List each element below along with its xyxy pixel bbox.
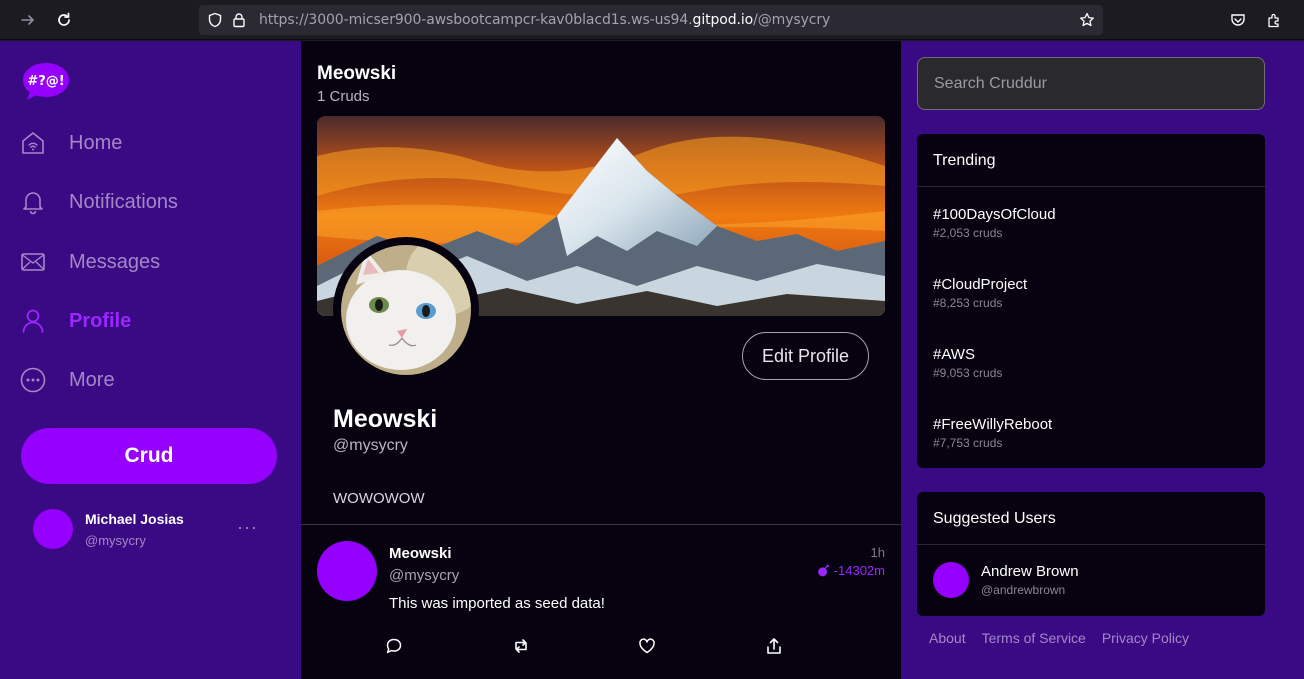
home-icon xyxy=(20,130,46,156)
bookmark-star-icon[interactable] xyxy=(1079,12,1095,28)
post-actions xyxy=(385,637,785,661)
reply-icon[interactable] xyxy=(385,637,405,657)
trending-item[interactable]: #AWS #9,053 cruds xyxy=(933,346,1002,380)
trending-card: Trending #100DaysOfCloud #2,053 cruds #C… xyxy=(917,134,1265,468)
sidebar-item-label: Profile xyxy=(69,309,132,332)
bomb-icon xyxy=(817,564,829,577)
sidebar-item-more[interactable]: More xyxy=(20,360,115,400)
share-icon[interactable] xyxy=(765,637,785,657)
current-user[interactable]: Michael Josias @mysycry ··· xyxy=(33,509,277,553)
trending-tag: #AWS xyxy=(933,346,975,363)
profile-handle: @mysycry xyxy=(333,437,408,454)
edit-profile-button[interactable]: Edit Profile xyxy=(742,332,869,380)
like-heart-icon[interactable] xyxy=(638,637,658,657)
suggested-user[interactable]: Andrew Brown @andrewbrown xyxy=(933,562,1253,602)
browser-toolbar: https://3000-micser900-awsbootcampcr-kav… xyxy=(0,0,1304,40)
sidebar-item-label: More xyxy=(69,368,115,391)
envelope-icon xyxy=(20,249,46,275)
page-title: Meowski xyxy=(317,63,397,84)
sidebar: #?@! Home Notifications Messages Profile… xyxy=(0,41,301,679)
person-icon xyxy=(20,308,46,334)
expires-text: -14302m xyxy=(833,563,885,578)
footer-link-terms[interactable]: Terms of Service xyxy=(982,630,1086,646)
svg-text:#?@!: #?@! xyxy=(27,74,64,89)
activity-item[interactable]: Meowski @mysycry This was imported as se… xyxy=(301,525,901,679)
cruddur-logo[interactable]: #?@! xyxy=(22,61,70,101)
sidebar-item-label: Home xyxy=(69,131,123,154)
search-input[interactable] xyxy=(917,57,1265,110)
profile-bio: WOWOWOW xyxy=(333,490,425,507)
footer-link-privacy[interactable]: Privacy Policy xyxy=(1102,630,1189,646)
trending-count: #8,253 cruds xyxy=(933,296,1003,310)
trending-tag: #100DaysOfCloud xyxy=(933,206,1056,223)
sidebar-item-profile[interactable]: Profile xyxy=(20,301,131,341)
sidebar-item-label: Messages xyxy=(69,250,161,273)
avatar xyxy=(33,509,73,549)
repost-icon[interactable] xyxy=(512,637,532,657)
trending-count: #2,053 cruds xyxy=(933,226,1003,240)
lock-icon[interactable] xyxy=(231,12,247,28)
extensions-icon[interactable] xyxy=(1262,8,1286,32)
sidebar-item-messages[interactable]: Messages xyxy=(20,242,160,282)
profile-name: Meowski xyxy=(333,405,438,433)
right-sidebar: Trending #100DaysOfCloud #2,053 cruds #C… xyxy=(901,41,1304,679)
post-author-name[interactable]: Meowski xyxy=(389,545,452,562)
sidebar-item-label: Notifications xyxy=(69,190,178,213)
current-user-handle: @mysycry xyxy=(85,533,146,548)
trending-item[interactable]: #FreeWillyReboot #7,753 cruds xyxy=(933,416,1052,450)
url-text: https://3000-micser900-awsbootcampcr-kav… xyxy=(259,12,831,28)
sidebar-item-home[interactable]: Home xyxy=(20,123,122,163)
bell-icon xyxy=(20,189,46,215)
trending-title: Trending xyxy=(917,134,1265,187)
cruddur-app: #?@! Home Notifications Messages Profile… xyxy=(0,41,1304,679)
more-dots-icon[interactable]: ··· xyxy=(237,517,258,538)
post-text: This was imported as seed data! xyxy=(389,595,605,612)
post-expires: -14302m xyxy=(817,563,885,578)
forward-icon[interactable] xyxy=(16,8,40,32)
shield-icon[interactable] xyxy=(207,12,223,28)
trending-tag: #CloudProject xyxy=(933,276,1028,293)
suggested-user-handle: @andrewbrown xyxy=(981,583,1066,597)
main-feed: Meowski 1 Cruds Edit Profile Meowski @my… xyxy=(301,41,901,679)
cruds-count: 1 Cruds xyxy=(317,88,370,105)
reload-icon[interactable] xyxy=(52,8,76,32)
trending-tag: #FreeWillyReboot xyxy=(933,416,1053,433)
trending-item[interactable]: #100DaysOfCloud #2,053 cruds xyxy=(933,206,1056,240)
post-author-handle[interactable]: @mysycry xyxy=(389,567,459,584)
address-bar[interactable]: https://3000-micser900-awsbootcampcr-kav… xyxy=(199,5,1103,35)
trending-count: #9,053 cruds xyxy=(933,366,1003,380)
post-time: 1h xyxy=(870,545,885,560)
suggested-user-name[interactable]: Andrew Brown xyxy=(981,563,1079,580)
footer-link-about[interactable]: About xyxy=(929,630,966,646)
suggested-users-card: Suggested Users Andrew Brown @andrewbrow… xyxy=(917,492,1265,616)
pocket-icon[interactable] xyxy=(1226,8,1250,32)
profile-avatar xyxy=(333,237,479,383)
footer-links: About Terms of Service Privacy Policy xyxy=(929,630,1189,646)
suggested-users-title: Suggested Users xyxy=(917,492,1265,545)
trending-item[interactable]: #CloudProject #8,253 cruds xyxy=(933,276,1027,310)
crud-button[interactable]: Crud xyxy=(21,428,277,484)
sidebar-item-notifications[interactable]: Notifications xyxy=(20,182,178,222)
more-circle-icon xyxy=(20,367,46,393)
avatar[interactable] xyxy=(317,541,377,601)
trending-count: #7,753 cruds xyxy=(933,436,1003,450)
current-user-name: Michael Josias xyxy=(85,511,184,527)
avatar[interactable] xyxy=(933,562,969,598)
